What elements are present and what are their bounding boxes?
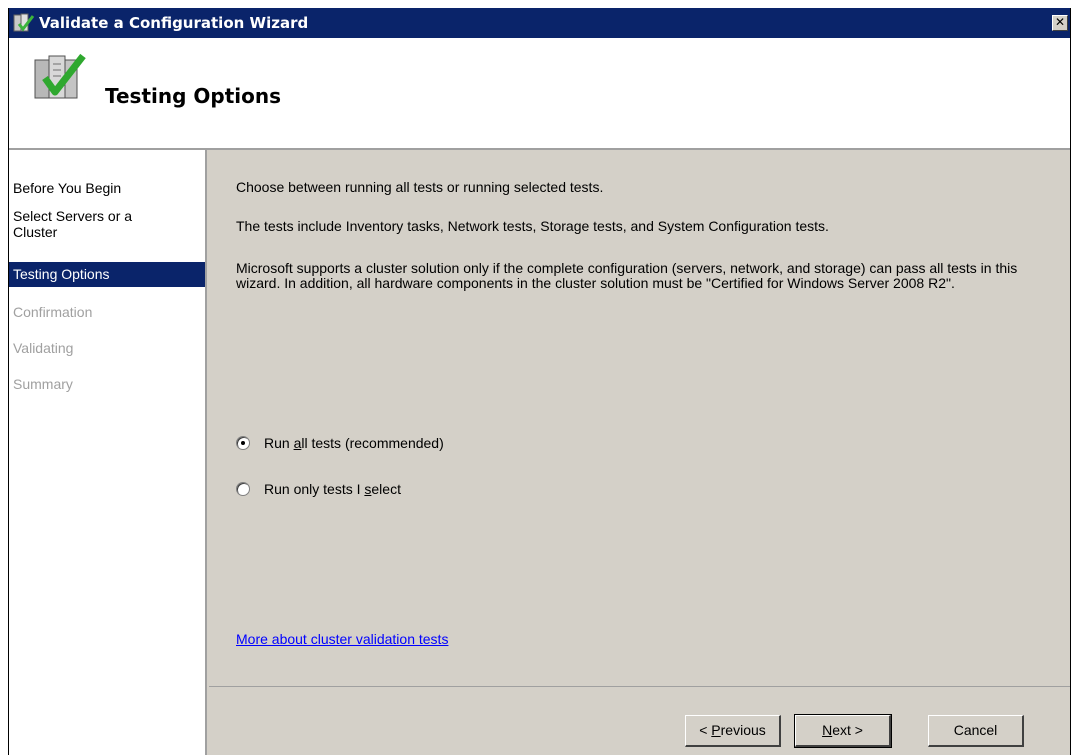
- support-note: Microsoft supports a cluster solution on…: [236, 260, 1018, 291]
- next-button[interactable]: Next >: [794, 714, 892, 748]
- content-pane: Choose between running all tests or runn…: [209, 150, 1070, 755]
- wizard-header: Testing Options: [9, 38, 1070, 150]
- cluster-wizard-icon: [13, 13, 35, 32]
- validation-check-icon: [34, 53, 86, 99]
- step-select-servers[interactable]: Select Servers or a Cluster: [9, 208, 179, 240]
- tests-description: The tests include Inventory tasks, Netwo…: [236, 218, 829, 234]
- run-selected-tests-option[interactable]: Run only tests I select: [236, 481, 401, 497]
- cancel-button[interactable]: Cancel: [928, 715, 1024, 747]
- step-confirmation: Confirmation: [13, 304, 93, 320]
- footer-divider: [209, 686, 1070, 687]
- more-about-validation-link[interactable]: More about cluster validation tests: [236, 631, 448, 647]
- page-title: Testing Options: [105, 84, 282, 108]
- run-all-tests-label: Run all tests (recommended): [264, 435, 444, 451]
- step-before-you-begin[interactable]: Before You Begin: [9, 180, 205, 196]
- run-selected-tests-label: Run only tests I select: [264, 481, 401, 497]
- title-bar[interactable]: Validate a Configuration Wizard ✕: [9, 8, 1070, 38]
- wizard-steps-nav: Before You Begin Select Servers or a Clu…: [9, 150, 207, 755]
- close-button[interactable]: ✕: [1052, 15, 1068, 31]
- step-summary: Summary: [13, 376, 73, 392]
- run-all-tests-option[interactable]: Run all tests (recommended): [236, 435, 444, 451]
- previous-button[interactable]: < Previous: [685, 715, 781, 747]
- close-icon: ✕: [1054, 15, 1066, 29]
- window-title: Validate a Configuration Wizard: [39, 14, 309, 32]
- wizard-window: Validate a Configuration Wizard ✕ Testin…: [8, 8, 1071, 755]
- intro-text: Choose between running all tests or runn…: [236, 179, 604, 195]
- step-testing-options[interactable]: Testing Options: [9, 262, 205, 287]
- run-all-tests-radio[interactable]: [236, 436, 250, 450]
- run-selected-tests-radio[interactable]: [236, 482, 250, 496]
- step-validating: Validating: [13, 340, 74, 356]
